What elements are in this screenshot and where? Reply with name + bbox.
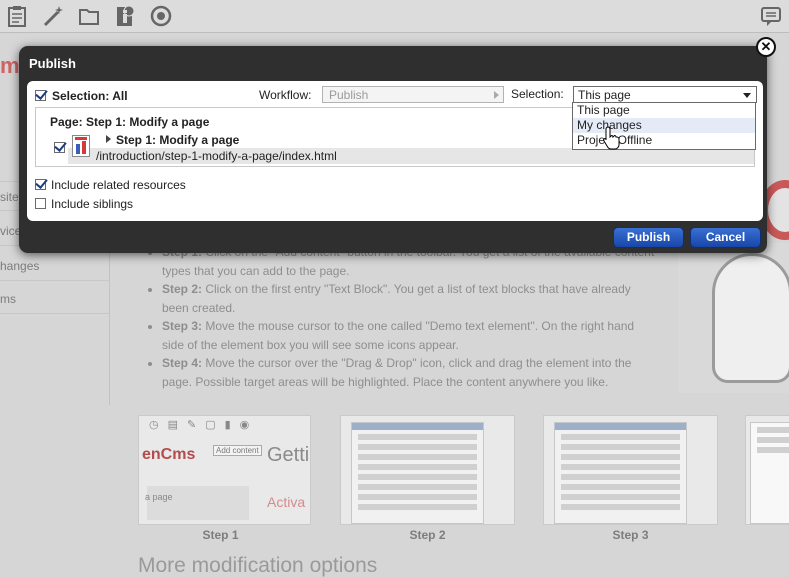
magic-wand-icon[interactable] <box>42 5 64 27</box>
page-title: Page: Step 1: Modify a page <box>50 115 210 129</box>
resource-checkbox[interactable] <box>54 142 65 153</box>
selection-select[interactable]: This page <box>573 86 757 103</box>
resource-path: /introduction/step-1-modify-a-page/index… <box>96 149 337 163</box>
selection-label: Selection: <box>511 87 564 101</box>
include-siblings-label: Include siblings <box>51 197 134 211</box>
selection-dropdown-list: This page My changes Project Offline <box>572 102 756 150</box>
side-nav-item[interactable]: hanges <box>0 251 110 281</box>
section-heading: More modification options <box>138 554 378 577</box>
dialog-title: Publish <box>29 56 76 71</box>
target-icon[interactable] <box>150 5 172 27</box>
close-icon[interactable]: ✕ <box>756 37 776 57</box>
include-related-checkbox[interactable] <box>35 179 46 190</box>
step-4-thumbnail[interactable] <box>745 415 789 525</box>
step-3-thumbnail[interactable] <box>543 415 718 525</box>
dropdown-option[interactable]: My changes <box>573 118 755 133</box>
thumb-toolbar-icons: ◷▤✎▢▮◉ <box>149 419 259 431</box>
toolbar <box>0 0 789 33</box>
page-type-icon <box>72 135 90 157</box>
instruction-step: Step 2: Click on the first entry "Text B… <box>162 280 658 317</box>
include-siblings-checkbox[interactable] <box>35 198 46 209</box>
cancel-button[interactable]: Cancel <box>690 227 761 248</box>
selection-all-checkbox[interactable] <box>35 90 46 101</box>
side-nav-item[interactable]: ms <box>0 284 110 314</box>
chevron-down-icon <box>743 93 751 98</box>
publish-button[interactable]: Publish <box>613 227 684 248</box>
workflow-value: Publish <box>329 88 369 102</box>
thumb-caption: Step 2 <box>409 528 446 542</box>
instruction-step: Step 4: Move the cursor over the "Drag &… <box>162 354 658 391</box>
thumb-caption: Step 3 <box>612 528 649 542</box>
instructions-list: Step 1: Click on the "Add content" butto… <box>158 243 658 391</box>
dropdown-option[interactable]: This page <box>573 103 755 118</box>
chevron-right-icon <box>494 91 499 99</box>
include-related-row[interactable]: Include related resources <box>35 178 186 192</box>
clipboard-icon[interactable] <box>6 5 28 27</box>
step-2-thumbnail[interactable] <box>340 415 515 525</box>
thumb-caption: Step 1 <box>202 528 239 542</box>
workflow-select[interactable]: Publish <box>322 86 504 103</box>
thumb-active-text: Activa <box>267 494 306 510</box>
hand-illustration <box>678 243 789 393</box>
thumb-page-text: a page <box>145 492 173 502</box>
resource-name: Step 1: Modify a page <box>116 133 240 147</box>
info-page-icon[interactable] <box>114 5 136 27</box>
thumb-logo: enCms <box>142 446 196 463</box>
step-1-thumbnail[interactable]: ◷▤✎▢▮◉ enCms Add content Getti a page Ac… <box>138 415 311 525</box>
logo-fragment: m <box>0 53 20 78</box>
selection-all-label: Selection: All <box>52 89 128 103</box>
workflow-label: Workflow: <box>259 88 312 102</box>
selection-value: This page <box>578 88 631 102</box>
thumb-heading: Getti <box>267 444 310 466</box>
thumb-tooltip: Add content <box>213 445 262 456</box>
folder-icon[interactable] <box>78 5 100 27</box>
expand-triangle-icon[interactable] <box>106 135 111 143</box>
instruction-step: Step 3: Move the mouse cursor to the one… <box>162 317 658 354</box>
selection-all-row[interactable]: Selection: All <box>35 89 128 103</box>
dropdown-option[interactable]: Project Offline <box>573 133 755 148</box>
include-related-label: Include related resources <box>51 178 186 192</box>
include-siblings-row[interactable]: Include siblings <box>35 197 133 211</box>
chat-icon[interactable] <box>760 5 782 27</box>
hand-cursor-icon <box>603 126 620 150</box>
